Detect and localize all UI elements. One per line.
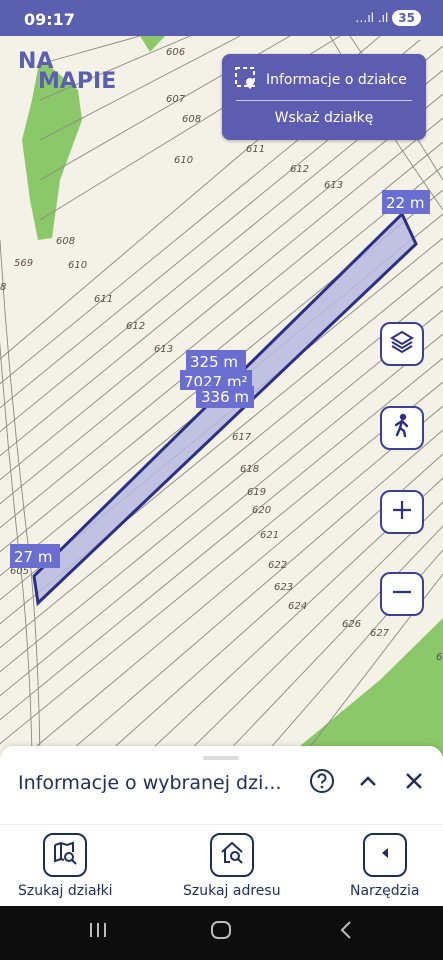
parcel-number: 611 — [94, 294, 113, 305]
map-canvas[interactable]: 606 607 608 609 610 611 612 613 608 569 … — [0, 36, 443, 756]
status-icons: …ıl .ıl 35 — [355, 10, 421, 26]
measurement-bottom-edge: 27 m — [14, 548, 52, 566]
parcel-number: 8 — [0, 282, 6, 293]
sheet-drag-handle[interactable] — [203, 756, 239, 760]
parcel-number: 608 — [182, 114, 201, 125]
parcel-number: 620 — [252, 505, 271, 516]
recent-apps-icon — [87, 921, 109, 943]
parcel-number: 627 — [370, 628, 390, 639]
home-icon — [210, 920, 232, 944]
parcel-number: 617 — [232, 432, 252, 443]
parcel-number: 612 — [126, 321, 145, 332]
zoom-out-button[interactable] — [380, 572, 424, 616]
map-search-icon — [52, 840, 78, 870]
parcel-number: 623 — [274, 582, 293, 593]
back-button[interactable] — [334, 921, 358, 943]
parcel-info-panel: Informacje o działce Wskaż działkę — [222, 54, 426, 140]
select-area-icon — [234, 66, 258, 94]
parcel-number: 613 — [154, 344, 173, 355]
measurement-top-edge: 22 m — [386, 194, 424, 212]
parcel-info-label: Informacje o działce — [266, 72, 407, 88]
parcel-number: 6 — [436, 652, 442, 663]
measurement-long-edge-bottom: 336 m — [201, 388, 249, 406]
back-icon — [338, 920, 354, 944]
battery-icon: 35 — [392, 10, 421, 26]
help-button[interactable] — [309, 768, 335, 798]
divider — [236, 100, 412, 101]
sheet-actions — [309, 768, 427, 798]
parcel-info-sheet[interactable]: Informacje o wybranej dzi... — [0, 746, 443, 824]
nav-label: Narzędzia — [350, 883, 420, 899]
nav-label: Szukaj adresu — [183, 883, 281, 899]
nav-search-address-button[interactable] — [209, 833, 254, 877]
nav-search-parcel[interactable]: Szukaj działki — [18, 833, 113, 899]
app-logo: NA MAPIE — [18, 51, 117, 94]
help-icon — [309, 768, 335, 798]
parcel-info-button[interactable]: Informacje o działce — [234, 66, 407, 94]
nav-tools[interactable]: Narzędzia — [350, 833, 419, 899]
nav-label: Szukaj działki — [18, 883, 113, 899]
bottom-navigation: Szukaj działki Szukaj adresu Narzędzia — [0, 824, 443, 907]
layers-button[interactable] — [380, 322, 424, 366]
nav-search-parcel-button[interactable] — [43, 833, 88, 877]
parcel-number: 612 — [290, 164, 309, 175]
home-button[interactable] — [209, 921, 233, 943]
recent-apps-button[interactable] — [86, 921, 110, 943]
expand-button[interactable] — [355, 770, 381, 796]
zoom-in-button[interactable] — [380, 490, 424, 534]
logo-line2: MAPIE — [38, 69, 117, 94]
signal-icon: …ıl .ıl — [355, 11, 389, 25]
plus-icon — [391, 499, 413, 525]
nav-tools-button[interactable] — [362, 833, 407, 877]
sheet-title: Informacje o wybranej dzi... — [18, 772, 282, 794]
pedestrian-icon — [389, 413, 415, 443]
parcel-number: 611 — [246, 144, 265, 155]
parcel-number: 622 — [268, 560, 287, 571]
parcel-number: 610 — [68, 260, 87, 271]
parcel-number: 624 — [288, 601, 307, 612]
parcel-number: 626 — [342, 619, 361, 630]
chevron-up-icon — [357, 770, 379, 796]
parcel-number: 621 — [260, 530, 279, 541]
close-icon — [404, 771, 424, 795]
parcel-number: 613 — [324, 180, 343, 191]
close-button[interactable] — [401, 770, 427, 796]
system-navigation-bar — [0, 906, 443, 960]
walk-button[interactable] — [380, 406, 424, 450]
nav-search-address[interactable]: Szukaj adresu — [183, 833, 281, 899]
status-time: 09:17 — [24, 10, 75, 29]
parcel-number: 618 — [240, 464, 259, 475]
parcel-number: 606 — [166, 47, 185, 58]
parcel-number: 610 — [174, 155, 193, 166]
parcel-number: 607 — [166, 94, 186, 105]
status-bar: 09:17 …ıl .ıl 35 — [0, 0, 443, 36]
parcel-number: 608 — [56, 236, 75, 247]
house-search-icon — [219, 840, 245, 870]
measurement-long-edge-top: 325 m — [190, 353, 238, 371]
layers-icon — [389, 329, 415, 359]
minus-icon — [391, 581, 413, 607]
parcel-number: 619 — [247, 487, 266, 498]
point-parcel-link[interactable]: Wskaż działkę — [222, 110, 426, 126]
chevron-left-icon — [377, 845, 393, 865]
parcel-number: 569 — [14, 258, 33, 269]
